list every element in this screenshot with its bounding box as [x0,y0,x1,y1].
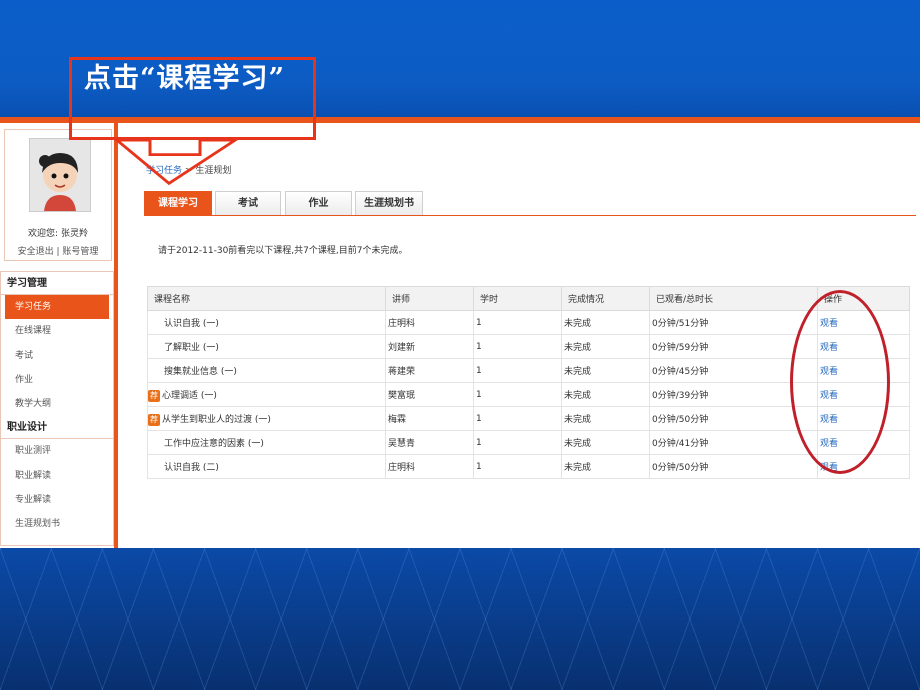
course-name-cell: 工作中应注意的因素 (一) [147,430,386,455]
sidebar-item-homework[interactable]: 作业 [1,368,113,392]
user-name: 张灵羚 [60,229,88,239]
slide-footer-band [0,548,920,690]
progress-cell: 0分钟/41分钟 [649,430,818,455]
breadcrumb-root[interactable]: 学习任务 [146,166,182,176]
sidebar-item-major-interpretation[interactable]: 专业解读 [1,488,113,512]
status-cell: 未完成 [561,334,650,359]
menu-group-study: 学习管理 [1,272,113,295]
menu-group-career: 职业设计 [1,416,113,440]
hours-cell: 1 [473,310,562,335]
lms-screenshot: 欢迎您: 张灵羚 安全退出 | 账号管理 学习管理 学习任务 在线课程 考试 作… [0,123,920,548]
teacher-cell: 樊富珉 [385,382,474,407]
status-cell: 未完成 [561,358,650,383]
sidebar-item-exam[interactable]: 考试 [1,344,113,368]
sidebar-item-syllabus[interactable]: 教学大纲 [1,392,113,416]
tab-underline [144,215,916,216]
teacher-cell: 庄明科 [385,454,474,479]
sidebar-item-study-tasks[interactable]: 学习任务 [5,295,109,320]
col-course-name: 课程名称 [147,286,386,311]
sidebar-item-career-plan[interactable]: 生涯规划书 [1,512,113,536]
course-name-cell: 了解职业 (一) [147,334,386,359]
recommended-badge: 荐 [148,389,160,402]
status-cell: 未完成 [561,454,650,479]
col-status: 完成情况 [561,286,650,311]
course-name: 了解职业 (一) [164,343,219,353]
hours-cell: 1 [473,382,562,407]
course-name-cell: 荐从学生到职业人的过渡 (一) [147,406,386,431]
hours-cell: 1 [473,430,562,455]
status-cell: 未完成 [561,430,650,455]
watch-column-highlight [790,290,890,474]
hours-cell: 1 [473,406,562,431]
teacher-cell: 梅霖 [385,406,474,431]
user-avatar-icon [30,139,90,211]
breadcrumb-separator: > [184,166,193,176]
course-name: 心理调适 (一) [162,390,217,401]
profile-card: 欢迎您: 张灵羚 安全退出 | 账号管理 [4,129,112,261]
avatar [29,138,91,212]
sidebar-menu: 学习管理 学习任务 在线课程 考试 作业 教学大纲 职业设计 职业测评 职业解读… [0,271,114,546]
teacher-cell: 庄明科 [385,310,474,335]
sidebar: 欢迎您: 张灵羚 安全退出 | 账号管理 学习管理 学习任务 在线课程 考试 作… [0,123,118,548]
hours-cell: 1 [473,334,562,359]
tab-career-plan[interactable]: 生涯规划书 [355,191,423,215]
status-cell: 未完成 [561,310,650,335]
account-links: 安全退出 | 账号管理 [5,244,111,257]
teacher-cell: 刘建新 [385,334,474,359]
table-header-row: 课程名称 讲师 学时 完成情况 已观看/总时长 操作 [147,286,910,311]
col-progress: 已观看/总时长 [649,286,818,311]
breadcrumb-current: 生涯规划 [195,166,232,176]
recommended-badge: 荐 [148,413,160,426]
link-separator: | [56,247,60,257]
course-name-cell: 搜集就业信息 (一) [147,358,386,383]
tab-exam[interactable]: 考试 [215,191,281,215]
course-name: 认识自我 (一) [164,319,219,329]
hours-cell: 1 [473,454,562,479]
teacher-cell: 吴慧青 [385,430,474,455]
course-name: 从学生到职业人的过渡 (一) [162,414,271,425]
course-notice: 请于2012-11-30前看完以下课程,共7个课程,目前7个未完成。 [158,246,408,256]
course-name-cell: 荐心理调适 (一) [147,382,386,407]
account-manage-link[interactable]: 账号管理 [62,247,98,257]
col-teacher: 讲师 [385,286,474,311]
sidebar-item-online-courses[interactable]: 在线课程 [1,319,113,343]
table-row: 认识自我 (一) 庄明科 1 未完成 0分钟/51分钟 观看 [147,310,910,335]
tab-course-study[interactable]: 课程学习 [144,191,212,215]
progress-cell: 0分钟/50分钟 [649,454,818,479]
breadcrumb: 学习任务 > 生涯规划 [146,163,231,176]
teacher-cell: 蒋建荣 [385,358,474,383]
tab-homework[interactable]: 作业 [285,191,352,215]
progress-cell: 0分钟/51分钟 [649,310,818,335]
sidebar-item-career-interpretation[interactable]: 职业解读 [1,464,113,488]
welcome-text: 欢迎您: 张灵羚 [5,226,111,239]
table-row: 认识自我 (二) 庄明科 1 未完成 0分钟/50分钟 观看 [147,454,910,479]
course-name: 认识自我 (二) [164,463,219,473]
welcome-label: 欢迎您: [28,229,59,239]
status-cell: 未完成 [561,382,650,407]
course-name-cell: 认识自我 (二) [147,454,386,479]
course-name: 工作中应注意的因素 (一) [164,439,264,449]
course-name: 搜集就业信息 (一) [164,367,237,377]
sidebar-item-career-assessment[interactable]: 职业测评 [1,439,113,463]
logout-link[interactable]: 安全退出 [18,247,54,257]
callout-text: 点击“课程学习” [84,63,286,94]
status-cell: 未完成 [561,406,650,431]
table-row: 工作中应注意的因素 (一) 吴慧青 1 未完成 0分钟/41分钟 观看 [147,430,910,455]
hours-cell: 1 [473,358,562,383]
course-name-cell: 认识自我 (一) [147,310,386,335]
col-hours: 学时 [473,286,562,311]
